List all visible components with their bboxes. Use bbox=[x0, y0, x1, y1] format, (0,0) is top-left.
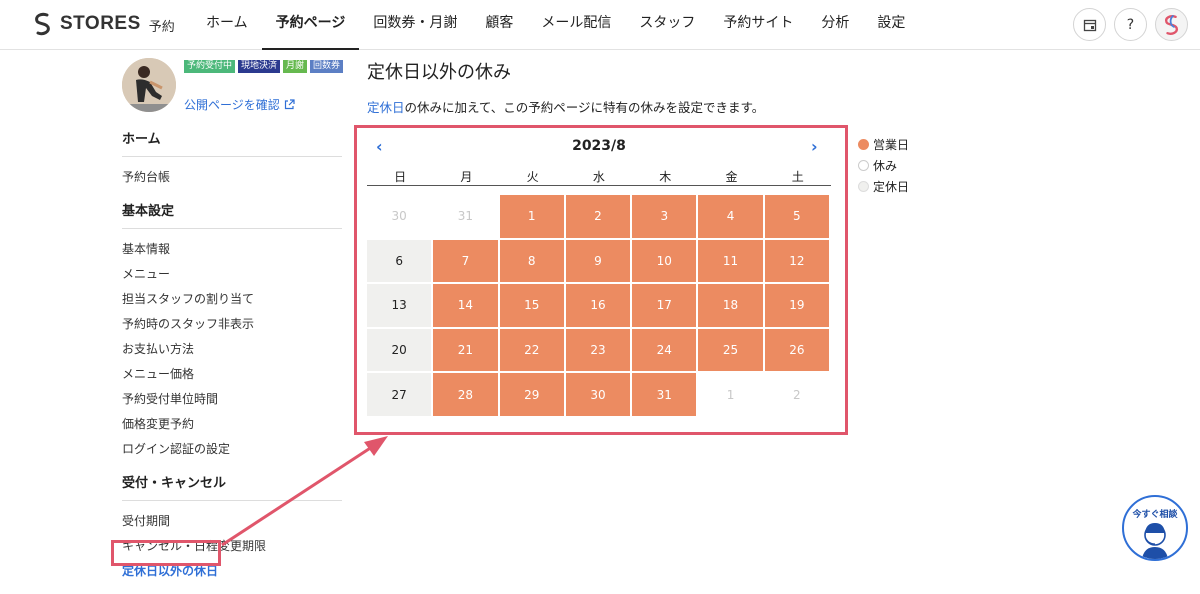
calendar-day[interactable]: 6 bbox=[367, 239, 432, 283]
legend-item: 休み bbox=[858, 155, 909, 176]
regular-holiday-link[interactable]: 定休日 bbox=[367, 100, 405, 115]
weekday-label: 木 bbox=[659, 170, 672, 184]
calendar-day[interactable]: 27 bbox=[367, 373, 432, 416]
weekday-label: 火 bbox=[526, 170, 539, 184]
weekday-label: 金 bbox=[725, 170, 738, 184]
calendar-month: 2023/8 bbox=[572, 138, 626, 154]
weekday-row: 日月火水木金土 bbox=[367, 168, 831, 186]
calendar-day[interactable]: 10 bbox=[632, 239, 697, 283]
legend-label: 定休日 bbox=[873, 180, 910, 194]
weekday-label: 日 bbox=[394, 170, 407, 184]
legend-dot bbox=[858, 139, 869, 150]
legend-dot bbox=[858, 181, 869, 192]
description-text: の休みに加えて、この予約ページに特有の休みを設定できます。 bbox=[404, 100, 765, 115]
legend-dot bbox=[858, 160, 869, 171]
calendar-day: 31 bbox=[457, 209, 474, 224]
calendar-day[interactable]: 16 bbox=[565, 284, 631, 327]
calendar-day[interactable]: 24 bbox=[632, 328, 697, 372]
calendar-day[interactable]: 11 bbox=[698, 239, 763, 283]
calendar-day[interactable]: 26 bbox=[764, 328, 829, 372]
calendar-day[interactable]: 3 bbox=[632, 195, 697, 238]
calendar-day[interactable]: 8 bbox=[499, 239, 564, 283]
legend-label: 休み bbox=[873, 159, 898, 173]
calendar-day[interactable]: 13 bbox=[367, 284, 432, 327]
calendar-day[interactable]: 12 bbox=[764, 239, 829, 283]
calendar-day[interactable]: 30 bbox=[565, 373, 631, 416]
weekday-label: 水 bbox=[592, 170, 605, 184]
calendar-day[interactable]: 22 bbox=[499, 328, 564, 372]
calendar-day[interactable]: 2 bbox=[565, 195, 631, 238]
calendar-day[interactable]: 9 bbox=[565, 239, 631, 283]
operator-icon bbox=[1142, 523, 1168, 559]
calendar-day[interactable]: 14 bbox=[433, 284, 498, 327]
calendar-day[interactable]: 15 bbox=[499, 284, 564, 327]
calendar-day: 30 bbox=[391, 209, 407, 224]
calendar-day[interactable]: 5 bbox=[764, 195, 829, 238]
calendar-day[interactable]: 23 bbox=[565, 328, 631, 372]
calendar-day[interactable]: 17 bbox=[632, 284, 697, 327]
calendar-day[interactable]: 29 bbox=[499, 373, 564, 416]
calendar-day[interactable]: 20 bbox=[367, 328, 432, 372]
calendar-day: 1 bbox=[726, 387, 735, 402]
weekday-label: 月 bbox=[460, 170, 473, 184]
calendar-day[interactable]: 18 bbox=[698, 284, 763, 327]
weekday-label: 土 bbox=[791, 170, 804, 184]
legend-label: 営業日 bbox=[873, 138, 910, 152]
calendar-day[interactable]: 28 bbox=[433, 373, 498, 416]
chat-consult-button[interactable]: 今すぐ相談 bbox=[1122, 495, 1188, 561]
calendar-day[interactable]: 25 bbox=[698, 328, 763, 372]
page-title: 定休日以外の休み bbox=[367, 62, 511, 83]
calendar-day[interactable]: 4 bbox=[698, 195, 763, 238]
calendar-legend: 営業日 休み 定休日 bbox=[858, 134, 909, 197]
calendar-day: 2 bbox=[793, 387, 801, 402]
calendar-day[interactable]: 21 bbox=[433, 328, 498, 372]
calendar-day[interactable]: 19 bbox=[764, 284, 829, 327]
calendar-day[interactable]: 1 bbox=[499, 195, 564, 238]
legend-item: 定休日 bbox=[858, 176, 909, 197]
page-description: 定休日の休みに加えて、この予約ページに特有の休みを設定できます。 bbox=[367, 97, 764, 116]
calendar-day[interactable]: 31 bbox=[632, 373, 697, 416]
legend-item: 営業日 bbox=[858, 134, 909, 155]
calendar-day[interactable]: 7 bbox=[433, 239, 498, 283]
next-month-icon[interactable]: › bbox=[811, 137, 818, 156]
calendar-header: ‹ 2023/8 › bbox=[367, 137, 831, 157]
